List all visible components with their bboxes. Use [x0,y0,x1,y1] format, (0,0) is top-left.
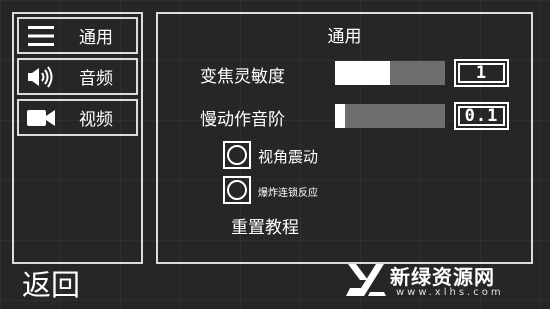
zoom-sensitivity-value: 1 [458,63,505,83]
panel-title: 通用 [327,27,362,47]
video-camera-icon [19,101,63,134]
nav-label-audio: 音频 [79,69,113,89]
watermark-title: 新绿资源网 [390,265,495,289]
nav-label-general: 通用 [79,28,113,48]
watermark-url: www.xlhs.com [396,287,504,298]
nav-item-audio[interactable]: 音频 [17,58,138,95]
nav-label-video: 视频 [79,110,113,130]
zoom-sensitivity-slider[interactable] [335,61,445,85]
zoom-sensitivity-value-box[interactable]: 1 [454,59,509,87]
reset-tutorial-button[interactable]: 重置教程 [231,213,299,238]
general-settings-panel: 通用 变焦灵敏度 1 慢动作音阶 0.1 视角震动 爆炸连锁反应 重置教程 [156,12,533,264]
watermark: 新绿资源网 www.xlhs.com [346,260,538,304]
nav-item-video[interactable]: 视频 [17,99,138,136]
slowmo-pitch-value: 0.1 [458,106,505,126]
slowmo-pitch-label: 慢动作音阶 [200,110,285,130]
speaker-icon [19,60,63,93]
chain-explosion-checkbox-circle [227,180,247,200]
slowmo-pitch-slider[interactable] [335,104,445,128]
watermark-logo-icon [346,264,386,296]
zoom-sensitivity-label: 变焦灵敏度 [200,67,285,87]
camera-shake-checkbox[interactable] [223,141,251,169]
hamburger-menu-icon [19,19,63,52]
zoom-sensitivity-slider-fill [335,61,390,85]
category-sidebar: 通用 音频 视频 [12,12,143,264]
camera-shake-checkbox-circle [227,145,247,165]
slowmo-pitch-value-box[interactable]: 0.1 [454,102,509,130]
back-button[interactable]: 返回 [22,268,80,302]
chain-explosion-checkbox[interactable] [223,176,251,204]
slowmo-pitch-slider-fill [335,104,345,128]
camera-shake-label: 视角震动 [258,148,319,166]
chain-explosion-label: 爆炸连锁反应 [258,188,318,199]
nav-item-general[interactable]: 通用 [17,17,138,54]
